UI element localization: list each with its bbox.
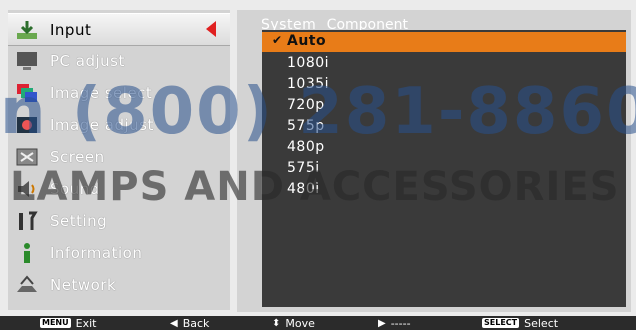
menu-label: Network <box>50 275 117 294</box>
exit-label: Exit <box>75 316 97 330</box>
option-label: 480p <box>287 139 325 155</box>
option-label: 575p <box>287 118 325 134</box>
option-575i[interactable]: 575i <box>262 159 626 179</box>
submenu-panel: System Component ✔ Auto 1080i 1035i 720p… <box>237 10 631 312</box>
option-label: 1035i <box>287 76 330 92</box>
check-icon: ✔ <box>272 33 283 47</box>
network-icon <box>14 273 40 297</box>
option-label: 720p <box>287 97 325 113</box>
option-1035i[interactable]: 1035i <box>262 75 626 95</box>
option-480p[interactable]: 480p <box>262 138 626 158</box>
menu-label: Information <box>50 243 143 262</box>
footer-select: SELECT Select <box>482 316 558 330</box>
left-arrow-icon: ◀ <box>170 317 178 329</box>
screen-icon <box>14 145 40 169</box>
menu-item-screen[interactable]: Screen <box>8 141 230 172</box>
menu-item-image-adjust[interactable]: Image adjust <box>8 109 230 140</box>
menu-item-sound[interactable]: Sound <box>8 173 230 204</box>
option-575p[interactable]: 575p <box>262 117 626 137</box>
select-key-icon: SELECT <box>482 318 520 328</box>
footer-next: ▶ ----- <box>378 316 411 330</box>
image-select-icon <box>14 81 40 105</box>
footer-back: ◀ Back <box>170 316 209 330</box>
option-label: Auto <box>287 33 327 49</box>
back-label: Back <box>182 316 210 330</box>
speaker-icon <box>14 177 40 201</box>
menu-item-network[interactable]: Network <box>8 269 230 300</box>
right-arrow-icon: ▶ <box>378 317 386 329</box>
arrow-left-icon <box>206 21 216 37</box>
next-label: ----- <box>390 316 411 330</box>
menu-item-setting[interactable]: Setting <box>8 205 230 236</box>
menu-item-image-select[interactable]: Image select <box>8 77 230 108</box>
info-icon <box>14 241 40 265</box>
options-list: ✔ Auto 1080i 1035i 720p 575p 480p 575i 4… <box>262 30 626 307</box>
menu-item-information[interactable]: Information <box>8 237 230 268</box>
menu-key-icon: MENU <box>40 318 71 328</box>
select-label: Select <box>524 316 559 330</box>
footer-move: ⬍ Move <box>272 316 315 330</box>
up-down-arrow-icon: ⬍ <box>272 317 281 329</box>
footer-bar: MENU Exit ◀ Back ⬍ Move ▶ ----- SELECT S… <box>0 316 636 330</box>
menu-label: PC adjust <box>50 51 125 70</box>
option-480i[interactable]: 480i <box>262 180 626 200</box>
menu-label: Image select <box>50 83 153 102</box>
option-auto[interactable]: ✔ Auto <box>262 32 626 52</box>
menu-label: Screen <box>50 147 105 166</box>
footer-exit: MENU Exit <box>40 316 96 330</box>
option-label: 1080i <box>287 55 330 71</box>
setting-icon <box>14 209 40 233</box>
menu-label: Sound <box>50 179 100 198</box>
image-adjust-icon <box>14 113 40 137</box>
menu-item-pc-adjust[interactable]: PC adjust <box>8 45 230 76</box>
monitor-icon <box>14 49 40 73</box>
move-label: Move <box>285 316 315 330</box>
main-menu: Input PC adjust Image select Image adjus… <box>8 10 230 310</box>
option-label: 480i <box>287 181 320 197</box>
menu-label: Input <box>50 20 92 39</box>
option-1080i[interactable]: 1080i <box>262 54 626 74</box>
menu-item-input[interactable]: Input <box>8 13 230 46</box>
menu-label: Setting <box>50 211 108 230</box>
option-720p[interactable]: 720p <box>262 96 626 116</box>
input-icon <box>14 18 40 42</box>
menu-label: Image adjust <box>50 115 154 134</box>
option-label: 575i <box>287 160 320 176</box>
